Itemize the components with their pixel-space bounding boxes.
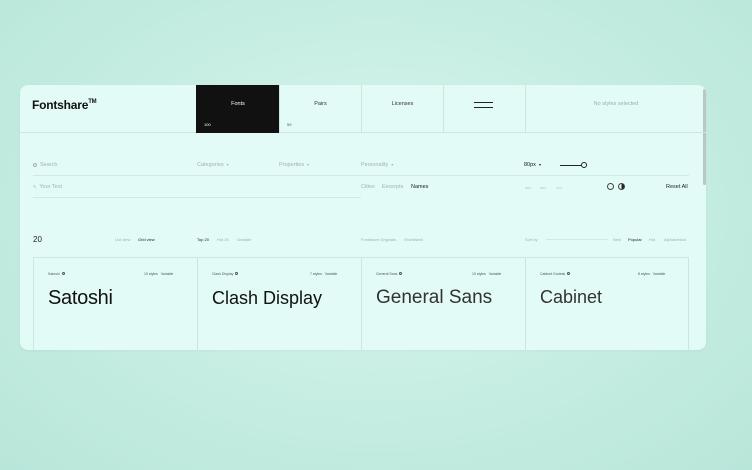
sort-hot[interactable]: Hot — [649, 237, 655, 242]
list-view-toggle[interactable]: List view — [115, 237, 130, 242]
color-picker-icon[interactable] — [607, 183, 614, 190]
text-option-names[interactable]: Names — [411, 184, 428, 190]
font-name: Cabinet — [540, 287, 603, 307]
sort-divider — [546, 239, 608, 240]
size-dropdown[interactable]: 80px ▾ — [524, 162, 541, 168]
chevron-down-icon: ▾ — [391, 162, 394, 167]
info-icon — [61, 272, 65, 275]
grid-view-toggle[interactable]: Grid view — [138, 237, 155, 242]
info-icon — [235, 272, 239, 275]
hamburger-icon — [474, 102, 493, 108]
filter-fontshare-originals[interactable]: Fontshare Originals — [361, 237, 396, 242]
divider — [33, 175, 689, 176]
font-name: General Sans — [376, 287, 493, 308]
swatch-cas[interactable]: CAS — [556, 186, 564, 190]
search-input[interactable]: Search — [33, 162, 57, 168]
swatch-dec[interactable]: DEC — [540, 186, 548, 190]
font-count: 20 — [33, 235, 42, 244]
size-slider-track[interactable] — [560, 165, 582, 166]
categories-dropdown[interactable]: Categories ▾ — [197, 162, 229, 168]
personality-dropdown[interactable]: Personality ▾ — [361, 162, 393, 168]
menu-button[interactable] — [443, 85, 525, 133]
filter-shortlisted[interactable]: Shortlisted — [404, 237, 423, 242]
search-icon — [33, 162, 37, 167]
chevron-down-icon: ▾ — [307, 162, 310, 167]
font-card-satoshi[interactable]: Satoshi 10 styles Variable Satoshi — [33, 258, 197, 350]
selected-styles[interactable]: No styles selected — [525, 85, 706, 133]
nav-licenses[interactable]: Licenses — [361, 85, 443, 133]
chevron-down-icon: ▾ — [538, 162, 541, 167]
logo[interactable]: FontshareTM — [32, 98, 97, 112]
contrast-icon[interactable] — [618, 183, 625, 190]
size-slider-handle[interactable] — [581, 162, 587, 168]
font-grid: Satoshi 10 styles Variable Satoshi Clash… — [33, 257, 689, 350]
font-name: Clash Display — [212, 288, 323, 308]
divider — [33, 197, 361, 198]
pencil-icon: ✎ — [33, 184, 37, 189]
text-option-excerpts[interactable]: Excerpts — [382, 184, 403, 190]
sort-new[interactable]: New — [613, 237, 621, 242]
tab-variable[interactable]: Variable — [237, 237, 251, 242]
nav-fonts[interactable]: Fonts 100 — [196, 85, 279, 133]
sort-alphabetical[interactable]: Alphabetical — [664, 237, 686, 242]
nav-pairs[interactable]: Pairs 59 — [279, 85, 361, 133]
text-option-cities[interactable]: Cities — [361, 184, 375, 190]
sort-popular[interactable]: Popular — [628, 237, 642, 242]
properties-dropdown[interactable]: Properties ▾ — [279, 162, 309, 168]
sort-by-label: Sort by — [525, 237, 538, 242]
font-card-clash-display[interactable]: Clash Display 7 styles Variable Clash Di… — [197, 258, 361, 350]
info-icon — [399, 272, 403, 275]
font-name: Satoshi — [48, 287, 113, 309]
app-window: FontshareTM Fonts 100 Pairs 59 Licenses … — [20, 85, 706, 350]
swatch-rec[interactable]: REC — [525, 186, 533, 190]
reset-all-button[interactable]: Reset All — [666, 184, 688, 190]
info-icon — [567, 272, 571, 275]
chevron-down-icon: ▾ — [226, 162, 229, 167]
tab-top-20[interactable]: Top 20 — [197, 237, 209, 242]
tab-hot-20[interactable]: Hot 20 — [217, 237, 229, 242]
font-card-cabinet[interactable]: Cabinet Grotesk 8 styles Variable Cabine… — [525, 258, 689, 350]
your-text-input[interactable]: ✎ Your Text — [33, 184, 62, 190]
font-card-general-sans[interactable]: General Sans 10 styles Variable General … — [361, 258, 525, 350]
header: FontshareTM Fonts 100 Pairs 59 Licenses … — [20, 85, 706, 133]
